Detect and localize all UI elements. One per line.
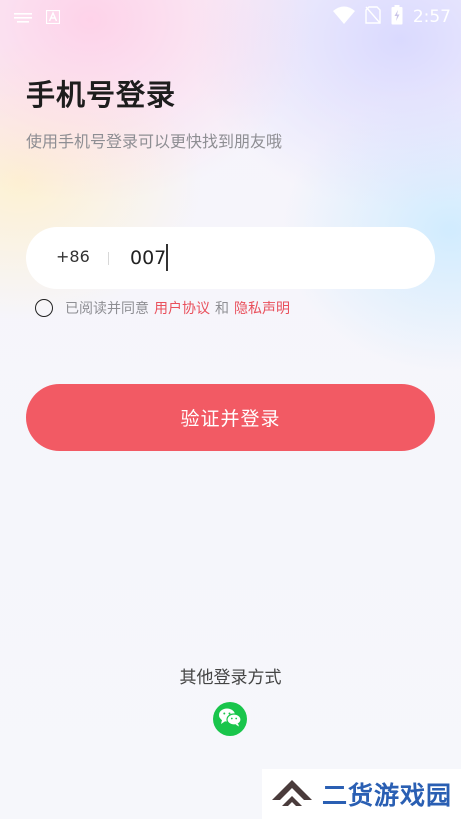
watermark-logo-icon — [270, 774, 314, 814]
battery-charging-icon — [391, 5, 403, 29]
user-agreement-link[interactable]: 用户协议 — [154, 298, 210, 318]
wechat-icon — [218, 707, 242, 731]
verify-login-button[interactable]: 验证并登录 — [26, 384, 435, 451]
watermark: 二货游戏园 — [262, 769, 461, 819]
agreement-conjunction: 和 — [215, 301, 229, 317]
divider — [108, 252, 109, 265]
text-cursor — [166, 244, 168, 271]
wifi-icon — [332, 6, 355, 28]
agreement-row: 已阅读并同意 用户协议 和 隐私声明 — [35, 298, 295, 318]
page-subtitle: 使用手机号登录可以更快找到朋友哦 — [26, 132, 283, 151]
status-bar: 2:57 — [0, 0, 461, 32]
status-time: 2:57 — [412, 7, 451, 27]
no-sim-icon — [365, 6, 381, 28]
agreement-prefix: 已阅读并同意 — [65, 301, 149, 317]
phone-number-input[interactable] — [130, 241, 410, 275]
country-code[interactable]: +86 — [56, 247, 90, 266]
privacy-policy-link[interactable]: 隐私声明 — [234, 298, 290, 318]
other-login-title: 其他登录方式 — [179, 668, 282, 688]
agree-checkbox[interactable] — [35, 299, 53, 317]
phone-input-row[interactable]: +86 — [26, 227, 435, 289]
notification-icon — [14, 9, 34, 28]
watermark-text: 二货游戏园 — [322, 781, 453, 810]
page-title: 手机号登录 — [26, 78, 177, 112]
wechat-login-button[interactable] — [213, 702, 247, 736]
a-icon — [45, 9, 61, 28]
